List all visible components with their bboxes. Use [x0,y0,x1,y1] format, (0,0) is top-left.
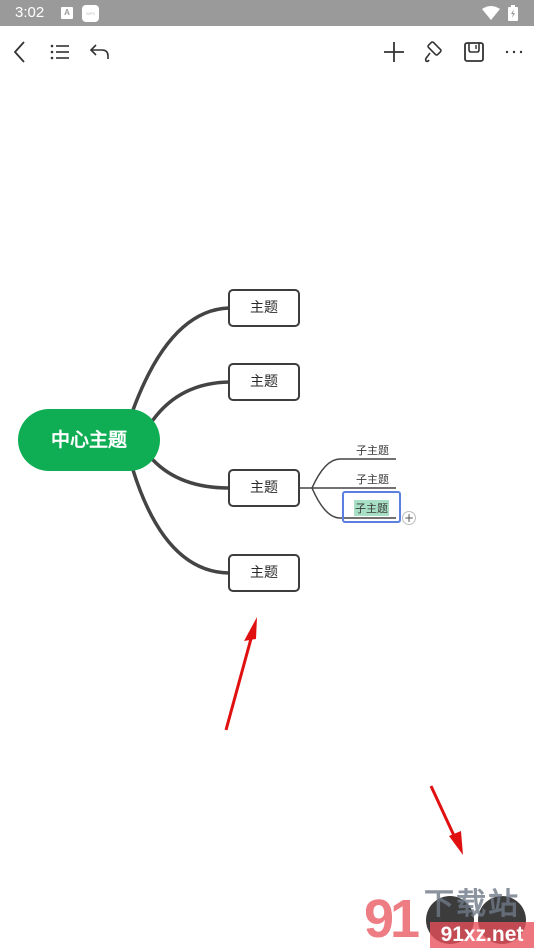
floating-button-right[interactable] [478,896,526,944]
subtopic-node-1[interactable]: 子主题 [356,442,389,458]
subtopic-node-3-selected[interactable]: 子主题 [354,500,389,516]
topic-node-2[interactable]: 主题 [228,363,300,401]
add-child-button[interactable]: + [402,511,416,525]
topic-node-4[interactable]: 主题 [228,554,300,592]
connector-topic-4 [131,468,231,575]
connector-topic-3 [151,458,231,490]
annotation-arrow-up [224,617,257,731]
central-topic-node[interactable]: 中心主题 [18,409,160,471]
topic-node-3[interactable]: 主题 [228,469,300,507]
subtopic-node-2[interactable]: 子主题 [356,471,389,487]
connector-topic-2 [151,380,231,422]
topic-node-1[interactable]: 主题 [228,289,300,327]
annotation-arrow-down [429,785,463,855]
floating-button-left[interactable] [426,896,474,944]
